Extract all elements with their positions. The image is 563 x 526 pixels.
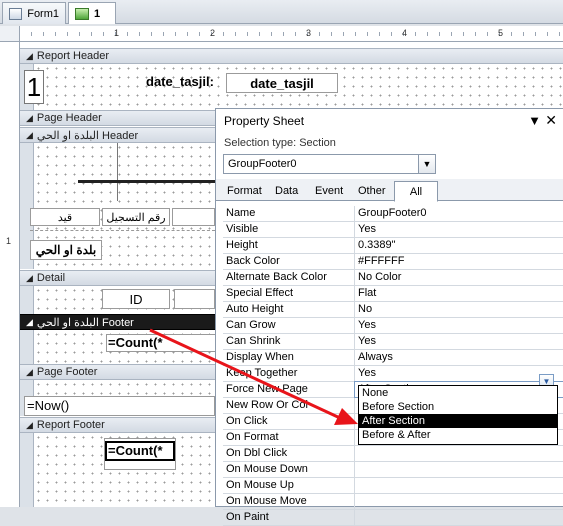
arrow-line [149,328,341,420]
property-value[interactable] [355,510,563,525]
property-name: On Paint [223,510,355,525]
property-row[interactable]: On Paint [223,510,563,526]
annotation-arrow [149,328,358,425]
